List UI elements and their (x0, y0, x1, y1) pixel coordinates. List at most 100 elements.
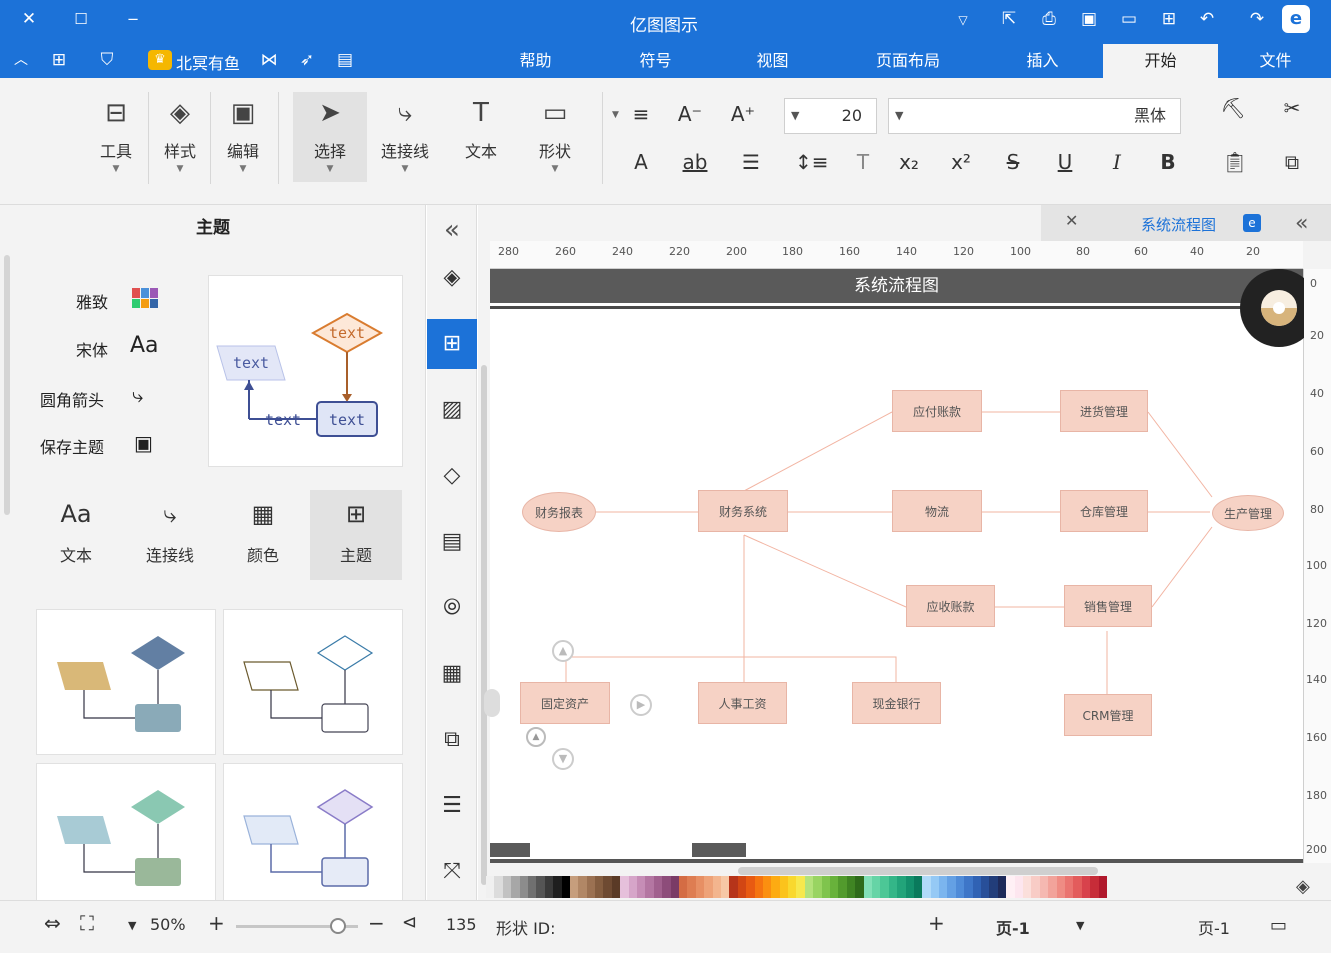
font-size-select[interactable]: ▼ 20 (784, 98, 877, 134)
color-swatch[interactable] (1090, 876, 1099, 898)
color-swatch[interactable] (762, 876, 772, 898)
color-swatch[interactable] (964, 876, 973, 898)
save-icon[interactable]: ▣ (1078, 9, 1100, 29)
chart-icon[interactable]: ⦾ (427, 583, 477, 633)
font-grow-icon[interactable]: A⁺ (728, 102, 758, 126)
node-finance-system[interactable]: 财务系统 (698, 490, 788, 532)
fit-page-icon[interactable]: ⛶ (80, 911, 94, 935)
scroll-left-handle[interactable] (484, 689, 500, 717)
expand-down-icon[interactable]: ▼ (552, 748, 574, 770)
crown-icon[interactable]: ♛ (148, 50, 172, 70)
color-swatch[interactable] (712, 876, 721, 898)
font-shrink-icon[interactable]: A⁻ (675, 102, 705, 126)
color-swatch[interactable] (603, 876, 612, 898)
undo-icon[interactable]: ↶ (1196, 9, 1218, 29)
tab-symbol[interactable]: 符号 (618, 44, 693, 78)
paste-icon[interactable]: 📋︎ (1220, 150, 1250, 174)
chevron-down-icon[interactable]: ▼ (1076, 919, 1084, 932)
node-purchase[interactable]: 进货管理 (1060, 390, 1148, 432)
minimize-icon[interactable]: ‒ (122, 9, 144, 29)
line-spacing-icon[interactable]: ↕≡ (795, 150, 829, 174)
highlight-icon[interactable]: ab (680, 150, 710, 174)
color-swatch[interactable] (888, 876, 898, 898)
apps-icon[interactable]: ⊞ (48, 50, 70, 70)
node-payable[interactable]: 应付账款 (892, 390, 982, 432)
color-swatch[interactable] (955, 876, 965, 898)
color-swatch[interactable] (544, 876, 554, 898)
color-swatch[interactable] (628, 876, 638, 898)
fill-icon[interactable]: ◈ (427, 253, 477, 303)
color-swatch[interactable] (813, 876, 822, 898)
text-effect-icon[interactable]: T (848, 150, 878, 174)
color-swatch[interactable] (1048, 876, 1057, 898)
color-swatch[interactable] (897, 876, 906, 898)
rotate-handle-icon[interactable]: ▲ (526, 727, 546, 747)
theme-option-connector[interactable]: 圆角箭头 ⤷ (40, 383, 143, 411)
close-tab-icon[interactable]: ✕ (1065, 211, 1078, 230)
color-swatch[interactable] (1031, 876, 1040, 898)
color-swatch[interactable] (704, 876, 713, 898)
chevron-down-icon[interactable]: ▽ (952, 10, 974, 30)
expand-up-icon[interactable]: ▲ (552, 640, 574, 662)
color-swatch[interactable] (620, 876, 629, 898)
bold-icon[interactable]: B (1153, 150, 1183, 174)
color-swatch[interactable] (553, 876, 562, 898)
node-fixed-assets[interactable]: 固定资产 (520, 682, 610, 724)
tab-file[interactable]: 文件 (1238, 44, 1313, 78)
color-swatch[interactable] (863, 876, 872, 898)
color-swatch[interactable] (947, 876, 956, 898)
font-family-select[interactable]: ▼ 黑体 (888, 98, 1181, 134)
shirt-icon[interactable]: ⛉ (96, 50, 118, 70)
connector-button[interactable]: ⤷ 连接线 ▼ (370, 96, 440, 174)
collapse-right-icon[interactable]: « (1295, 211, 1308, 236)
color-swatch[interactable] (653, 876, 663, 898)
copy-icon[interactable]: ⧉ (1277, 150, 1307, 174)
pointer-icon[interactable]: ➶ (296, 50, 318, 70)
table-icon[interactable]: ▦ (427, 649, 477, 699)
mindmap-icon[interactable]: ⤧ (427, 847, 477, 897)
node-logistics[interactable]: 物流 (892, 490, 982, 532)
strike-icon[interactable]: S (998, 150, 1028, 174)
color-swatch[interactable] (746, 876, 755, 898)
color-swatch[interactable] (1081, 876, 1091, 898)
color-swatch[interactable] (997, 876, 1007, 898)
style-button[interactable]: ◈ 样式 ▼ (152, 96, 208, 174)
italic-icon[interactable]: I (1102, 150, 1132, 174)
expand-right-icon[interactable]: ▶ (630, 694, 652, 716)
color-swatch[interactable] (1098, 876, 1107, 898)
underline-icon[interactable]: U (1050, 150, 1080, 174)
maximize-icon[interactable]: ☐ (70, 9, 92, 29)
color-swatch[interactable] (871, 876, 881, 898)
tab-insert[interactable]: 插入 (1005, 44, 1080, 78)
puzzle-icon[interactable]: ⧉ (427, 715, 477, 765)
color-swatch[interactable] (678, 876, 688, 898)
color-swatch[interactable] (855, 876, 864, 898)
theme-card-4[interactable] (223, 763, 403, 903)
zoom-out-icon[interactable]: − (368, 911, 385, 935)
zoom-slider-thumb[interactable] (330, 918, 346, 934)
node-crm[interactable]: CRM管理 (1064, 694, 1152, 736)
color-swatch[interactable] (595, 876, 604, 898)
color-swatch[interactable] (1006, 876, 1015, 898)
color-swatch[interactable] (729, 876, 738, 898)
account-name[interactable]: 北冥有鱼 (176, 50, 240, 74)
open-icon[interactable]: ▭ (1118, 9, 1140, 29)
color-swatch[interactable] (519, 876, 528, 898)
color-swatch[interactable] (939, 876, 948, 898)
color-swatch[interactable] (771, 876, 780, 898)
list-icon[interactable]: ☰ (736, 150, 766, 174)
theme-option-save[interactable]: 保存主题 ▣ (40, 431, 153, 458)
color-swatch[interactable] (930, 876, 940, 898)
color-swatch[interactable] (1014, 876, 1023, 898)
color-swatch[interactable] (1039, 876, 1049, 898)
tab-view[interactable]: 视图 (735, 44, 810, 78)
subscript-icon[interactable]: x₂ (894, 150, 924, 174)
tools-button[interactable]: ⊟ 工具 ▼ (88, 96, 144, 174)
zoom-in-icon[interactable]: + (208, 911, 225, 935)
collapse-icon[interactable]: ︿ (10, 50, 32, 70)
color-swatch[interactable] (737, 876, 747, 898)
node-receivable[interactable]: 应收账款 (906, 585, 995, 627)
color-swatch[interactable] (981, 876, 990, 898)
color-swatch[interactable] (511, 876, 520, 898)
color-swatch[interactable] (1023, 876, 1032, 898)
